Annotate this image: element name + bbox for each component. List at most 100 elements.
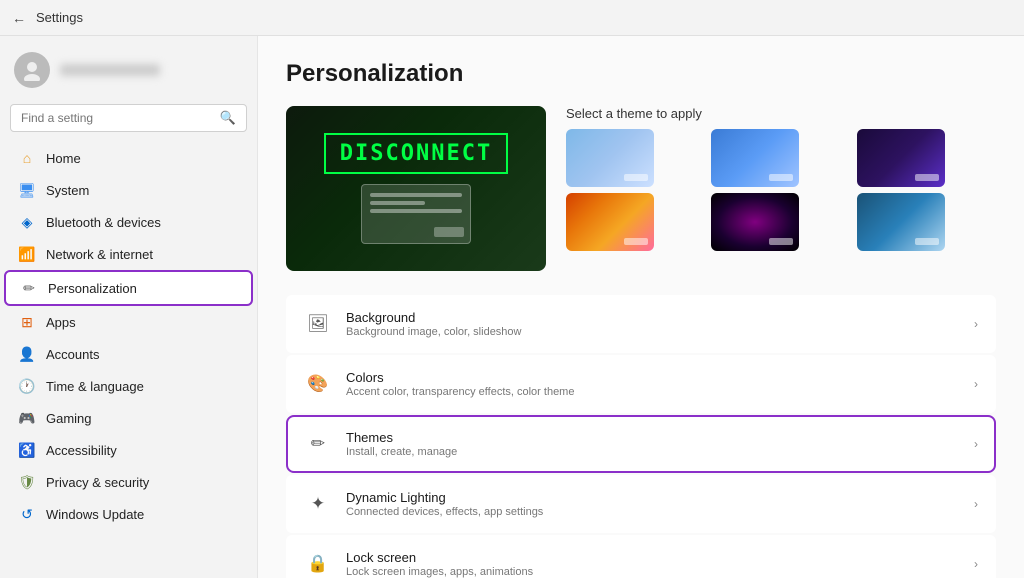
- theme-thumb-6[interactable]: [857, 193, 945, 251]
- content-area: Personalization DISCONNECT: [258, 36, 1024, 578]
- setting-icon-colors: 🎨: [304, 370, 332, 398]
- nav-label-apps: Apps: [46, 315, 76, 330]
- setting-item-colors[interactable]: 🎨 Colors Accent color, transparency effe…: [286, 355, 996, 413]
- setting-icon-themes: ✏: [304, 430, 332, 458]
- setting-item-themes[interactable]: ✏ Themes Install, create, manage ›: [286, 415, 996, 473]
- setting-item-dynamic-lighting[interactable]: ✦ Dynamic Lighting Connected devices, ef…: [286, 475, 996, 533]
- setting-icon-background: 🖼: [304, 310, 332, 338]
- nav-label-bluetooth: Bluetooth & devices: [46, 215, 161, 230]
- preview-line-2: [370, 201, 425, 205]
- theme-thumb-5[interactable]: [711, 193, 799, 251]
- setting-chevron-lock-screen: ›: [974, 557, 978, 571]
- setting-icon-lock-screen: 🔒: [304, 550, 332, 578]
- sidebar-item-apps[interactable]: ⊞ Apps: [4, 306, 253, 338]
- search-input[interactable]: [21, 111, 214, 125]
- setting-chevron-dynamic-lighting: ›: [974, 497, 978, 511]
- setting-text-dynamic-lighting: Dynamic Lighting Connected devices, effe…: [346, 490, 960, 518]
- setting-desc-colors: Accent color, transparency effects, colo…: [346, 386, 960, 398]
- page-title: Personalization: [286, 60, 996, 88]
- search-box[interactable]: 🔍: [10, 104, 247, 132]
- setting-text-colors: Colors Accent color, transparency effect…: [346, 370, 960, 398]
- theme-thumb-4[interactable]: [566, 193, 654, 251]
- sidebar-item-system[interactable]: 🖥 System: [4, 174, 253, 206]
- preview-line-3: [370, 209, 462, 213]
- nav-items: ⌂ Home 🖥 System ◈ Bluetooth & devices 📶 …: [0, 142, 257, 530]
- theme-preview: DISCONNECT: [286, 106, 546, 271]
- setting-desc-themes: Install, create, manage: [346, 446, 960, 458]
- preview-btn: [434, 227, 464, 237]
- sidebar: 🔍 ⌂ Home 🖥 System ◈ Bluetooth & devices …: [0, 36, 258, 578]
- nav-icon-home: ⌂: [18, 149, 36, 167]
- sidebar-item-update[interactable]: ↺ Windows Update: [4, 498, 253, 530]
- preview-lines: [362, 185, 470, 221]
- avatar: [14, 52, 50, 88]
- nav-label-network: Network & internet: [46, 247, 153, 262]
- setting-item-lock-screen[interactable]: 🔒 Lock screen Lock screen images, apps, …: [286, 535, 996, 578]
- nav-icon-system: 🖥: [18, 181, 36, 199]
- theme-thumb-3[interactable]: [857, 129, 945, 187]
- theme-picker: Select a theme to apply: [566, 106, 996, 251]
- theme-grid: [566, 129, 996, 251]
- theme-thumb-1[interactable]: [566, 129, 654, 187]
- setting-name-lock-screen: Lock screen: [346, 550, 960, 565]
- nav-label-update: Windows Update: [46, 507, 144, 522]
- nav-label-gaming: Gaming: [46, 411, 92, 426]
- setting-name-dynamic-lighting: Dynamic Lighting: [346, 490, 960, 505]
- sidebar-item-network[interactable]: 📶 Network & internet: [4, 238, 253, 270]
- setting-desc-background: Background image, color, slideshow: [346, 326, 960, 338]
- sidebar-item-accounts[interactable]: 👤 Accounts: [4, 338, 253, 370]
- nav-icon-accessibility: ♿: [18, 441, 36, 459]
- nav-icon-update: ↺: [18, 505, 36, 523]
- user-name: [60, 64, 160, 76]
- setting-text-background: Background Background image, color, slid…: [346, 310, 960, 338]
- disconnect-text: DISCONNECT: [324, 133, 508, 174]
- setting-desc-lock-screen: Lock screen images, apps, animations: [346, 566, 960, 578]
- user-section: [0, 44, 257, 100]
- nav-label-system: System: [46, 183, 89, 198]
- nav-icon-network: 📶: [18, 245, 36, 263]
- theme-preview-inner: DISCONNECT: [286, 106, 546, 271]
- preview-window: [361, 184, 471, 244]
- main-layout: 🔍 ⌂ Home 🖥 System ◈ Bluetooth & devices …: [0, 36, 1024, 578]
- nav-icon-accounts: 👤: [18, 345, 36, 363]
- setting-chevron-themes: ›: [974, 437, 978, 451]
- setting-name-colors: Colors: [346, 370, 960, 385]
- sidebar-item-bluetooth[interactable]: ◈ Bluetooth & devices: [4, 206, 253, 238]
- nav-label-privacy: Privacy & security: [46, 475, 149, 490]
- nav-label-time: Time & language: [46, 379, 144, 394]
- preview-line-1: [370, 193, 462, 197]
- sidebar-item-gaming[interactable]: 🎮 Gaming: [4, 402, 253, 434]
- nav-icon-personalization: ✏: [20, 279, 38, 297]
- nav-label-accounts: Accounts: [46, 347, 99, 362]
- nav-label-accessibility: Accessibility: [46, 443, 117, 458]
- setting-icon-dynamic-lighting: ✦: [304, 490, 332, 518]
- setting-chevron-colors: ›: [974, 377, 978, 391]
- nav-icon-bluetooth: ◈: [18, 213, 36, 231]
- sidebar-item-time[interactable]: 🕐 Time & language: [4, 370, 253, 402]
- nav-label-home: Home: [46, 151, 81, 166]
- theme-thumb-2[interactable]: [711, 129, 799, 187]
- back-button[interactable]: ←: [12, 10, 26, 26]
- setting-item-background[interactable]: 🖼 Background Background image, color, sl…: [286, 295, 996, 353]
- title-bar-label: Settings: [36, 10, 83, 25]
- setting-name-background: Background: [346, 310, 960, 325]
- nav-icon-apps: ⊞: [18, 313, 36, 331]
- search-icon: 🔍: [220, 110, 236, 126]
- setting-text-lock-screen: Lock screen Lock screen images, apps, an…: [346, 550, 960, 578]
- sidebar-item-personalization[interactable]: ✏ Personalization: [4, 270, 253, 306]
- theme-picker-title: Select a theme to apply: [566, 106, 996, 121]
- nav-icon-privacy: 🛡: [18, 473, 36, 491]
- title-bar: ← Settings: [0, 0, 1024, 36]
- setting-desc-dynamic-lighting: Connected devices, effects, app settings: [346, 506, 960, 518]
- sidebar-item-accessibility[interactable]: ♿ Accessibility: [4, 434, 253, 466]
- setting-text-themes: Themes Install, create, manage: [346, 430, 960, 458]
- nav-label-personalization: Personalization: [48, 281, 137, 296]
- settings-list: 🖼 Background Background image, color, sl…: [286, 295, 996, 578]
- setting-chevron-background: ›: [974, 317, 978, 331]
- theme-section: DISCONNECT Select a theme to apply: [286, 106, 996, 271]
- sidebar-item-privacy[interactable]: 🛡 Privacy & security: [4, 466, 253, 498]
- sidebar-item-home[interactable]: ⌂ Home: [4, 142, 253, 174]
- setting-name-themes: Themes: [346, 430, 960, 445]
- nav-icon-time: 🕐: [18, 377, 36, 395]
- nav-icon-gaming: 🎮: [18, 409, 36, 427]
